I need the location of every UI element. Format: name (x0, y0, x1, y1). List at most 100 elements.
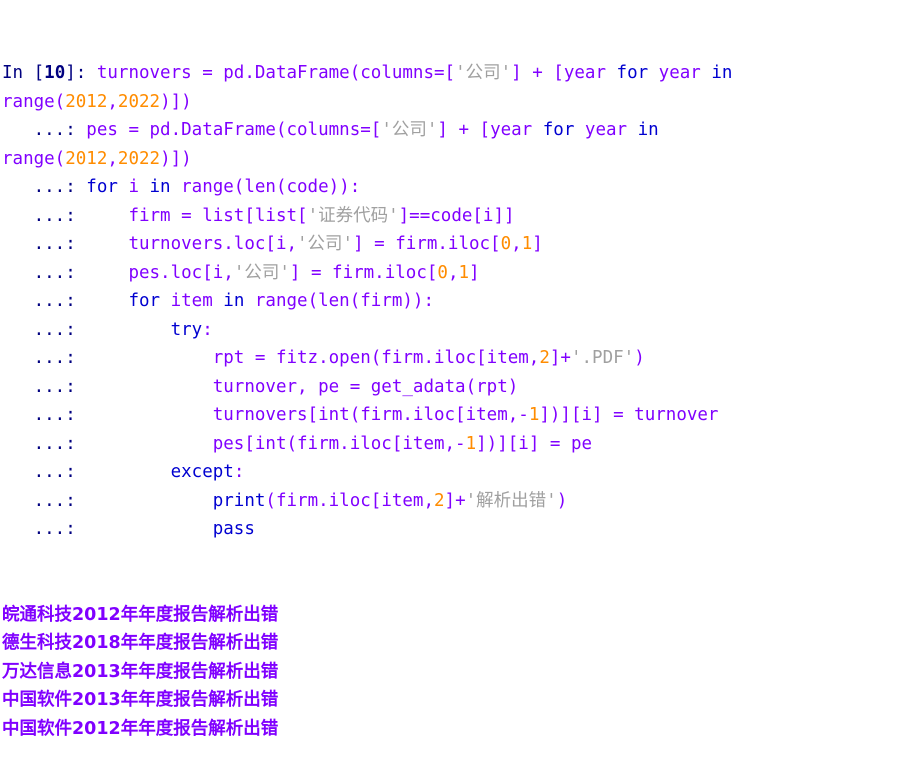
code-token-code: i (117, 177, 150, 197)
code-token-code: , (511, 234, 522, 254)
code-token-num: 2022 (117, 91, 161, 112)
code-line[interactable]: ...: pes = pd.DataFrame(columns=['公司'] +… (2, 116, 907, 145)
code-line[interactable]: range(2012,2022)]) (2, 145, 907, 174)
code-token-code: ] + [ (511, 63, 564, 83)
output-line: 中国软件2012年年度报告解析出错 (2, 718, 279, 739)
output-line: 万达信息2013年年度报告解析出错 (2, 661, 279, 682)
code-token-code (86, 519, 212, 539)
code-token-kw: except (170, 462, 234, 482)
code-token-num: 2 (539, 348, 550, 368)
code-token-prompt: [ (33, 63, 45, 83)
code-token-prompt: ...: (2, 319, 87, 340)
code-line[interactable]: In [10]: turnovers = pd.DataFrame(column… (2, 59, 907, 88)
code-line[interactable]: ...: pass (2, 515, 907, 544)
code-token-num: 1 (521, 234, 533, 254)
code-line[interactable]: ...: for item in range(len(firm)): (2, 287, 907, 316)
code-token-code: )]) (160, 148, 192, 169)
code-token-code: range( (2, 148, 66, 169)
code-token-code: year (574, 120, 638, 140)
code-line[interactable]: ...: pes[int(firm.iloc[item,-1])][i] = p… (2, 430, 907, 459)
code-line[interactable]: range(2012,2022)]) (2, 88, 907, 117)
code-line[interactable]: ...: turnovers[int(firm.iloc[item,-1])][… (2, 401, 907, 430)
code-token-code: pes = pd.DataFrame(columns=[ (86, 120, 382, 140)
code-token-prompt: In (2, 63, 34, 83)
code-token-prompt: ]: (65, 63, 97, 83)
code-token-code: rpt = fitz.open(firm.iloc[item, (86, 348, 540, 368)
code-token-code: ]+ (444, 490, 466, 511)
output-line: 中国软件2013年年度报告解析出错 (2, 690, 279, 710)
code-token-num: 1 (528, 405, 540, 425)
code-token-code: ] = firm.iloc[ (289, 262, 438, 283)
code-line[interactable]: ...: turnover, pe = get_adata(rpt) (2, 373, 907, 402)
code-token-code (86, 462, 170, 482)
code-token-str: '证券代码' (307, 205, 399, 226)
code-token-num: 2012 (65, 148, 108, 169)
code-token-kw: in (149, 177, 171, 197)
code-token-code: firm = list[list[ (86, 205, 308, 226)
code-token-prompt: ...: (2, 234, 87, 254)
code-token-code: turnovers = pd.DataFrame(columns=[ (96, 63, 456, 83)
code-token-str: '公司' (381, 120, 438, 140)
code-token-code: turnovers[int(firm.iloc[item,- (86, 405, 529, 425)
code-token-prompt: ...: (2, 177, 87, 197)
code-token-prompt: ...: (2, 348, 87, 368)
code-token-code: ] + [ (437, 120, 491, 140)
code-token-code: ) (556, 490, 568, 511)
code-token-code: : (233, 462, 245, 482)
code-token-code: year (648, 63, 712, 83)
code-token-kw: for (86, 177, 118, 197)
code-token-builtin: print (212, 490, 266, 511)
code-token-code: , (107, 148, 118, 169)
code-token-code: turnover, pe = get_adata(rpt) (86, 376, 519, 397)
code-token-prompt-num: 10 (44, 63, 66, 83)
code-token-code: item (160, 291, 224, 311)
code-token-str: '.PDF' (570, 348, 635, 368)
code-token-code: ]==code[i]] (398, 205, 515, 226)
code-input-block[interactable]: In [10]: turnovers = pd.DataFrame(column… (2, 59, 907, 544)
code-token-code: pes.loc[i, (86, 262, 234, 283)
code-token-code: ) (634, 348, 645, 368)
code-token-code: ])][i] = pe (476, 433, 593, 454)
code-token-prompt: ...: (2, 433, 87, 454)
code-token-num: 1 (458, 262, 470, 283)
code-token-code: , (447, 262, 459, 283)
code-line[interactable]: ...: rpt = fitz.open(firm.iloc[item,2]+'… (2, 344, 907, 373)
code-token-code: range( (2, 91, 66, 112)
code-token-code: year (490, 120, 543, 140)
code-token-prompt: ...: (2, 291, 87, 311)
code-token-code: range(len(code)): (170, 177, 361, 197)
code-token-str: '公司' (233, 262, 290, 283)
code-line[interactable]: ...: except: (2, 458, 907, 487)
code-token-num: 0 (500, 234, 512, 254)
code-token-prompt: ...: (2, 120, 87, 140)
code-token-kw: for (616, 63, 649, 83)
code-line[interactable]: ...: pes.loc[i,'公司'] = firm.iloc[0,1] (2, 259, 907, 288)
code-token-code: ]+ (549, 348, 571, 368)
code-token-code: ] = firm.iloc[ (353, 234, 501, 254)
code-token-kw: in (223, 291, 245, 311)
code-token-prompt: ...: (2, 205, 87, 226)
code-token-code: year (563, 63, 617, 83)
code-token-num: 2022 (117, 148, 161, 169)
code-token-prompt: ...: (2, 490, 87, 511)
ipython-console-output: In [10]: turnovers = pd.DataFrame(column… (0, 0, 907, 772)
code-token-code: , (107, 91, 118, 112)
code-token-code: range(len(firm)): (244, 291, 435, 311)
code-token-code (86, 320, 170, 340)
code-token-str: '公司' (455, 63, 512, 83)
code-line[interactable]: ...: firm = list[list['证券代码']==code[i]] (2, 202, 907, 231)
code-token-code: (firm.iloc[item, (265, 490, 434, 511)
code-line[interactable]: ...: for i in range(len(code)): (2, 173, 907, 202)
output-line: 皖通科技2012年年度报告解析出错 (2, 604, 279, 625)
code-token-kw: pass (212, 519, 255, 539)
code-token-prompt: ...: (2, 405, 87, 425)
code-token-kw: for (542, 120, 575, 140)
code-token-code: turnovers.loc[i, (86, 234, 298, 254)
code-token-code: ] (469, 262, 480, 283)
code-line[interactable]: ...: turnovers.loc[i,'公司'] = firm.iloc[0… (2, 230, 907, 259)
code-line[interactable]: ...: print(firm.iloc[item,2]+'解析出错') (2, 487, 907, 516)
code-token-prompt: ...: (2, 262, 87, 283)
code-token-code (86, 491, 212, 511)
code-line[interactable]: ...: try: (2, 316, 907, 345)
code-token-num: 2012 (65, 91, 108, 112)
